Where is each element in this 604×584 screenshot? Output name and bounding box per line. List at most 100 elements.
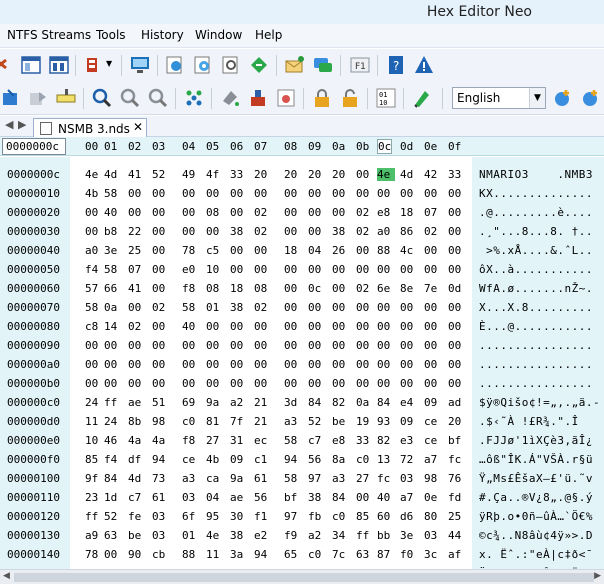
hex-byte[interactable]: 90 — [128, 548, 146, 561]
hex-byte[interactable]: 61 — [152, 491, 170, 504]
hex-byte[interactable]: c0 — [356, 453, 374, 466]
hex-byte[interactable]: 98 — [152, 415, 170, 428]
hex-byte[interactable]: 19 — [356, 415, 374, 428]
hex-byte[interactable]: 58 — [85, 301, 103, 314]
hex-byte[interactable]: 00 — [448, 339, 466, 352]
hex-byte[interactable]: 00 — [182, 206, 200, 219]
ascii-row[interactable]: È...@........... — [479, 320, 593, 333]
hex-byte[interactable]: 00 — [332, 282, 350, 295]
hex-byte[interactable]: 00 — [104, 339, 122, 352]
menu-ntfs-streams[interactable]: NTFS Streams — [7, 28, 91, 42]
hex-byte[interactable]: 20 — [332, 168, 350, 181]
hex-byte[interactable]: 34 — [332, 529, 350, 542]
hex-byte[interactable]: 24 — [104, 415, 122, 428]
hex-byte[interactable]: 00 — [308, 301, 326, 314]
hex-byte[interactable]: b8 — [104, 225, 122, 238]
hex-byte[interactable]: 8a — [332, 453, 350, 466]
hex-byte[interactable]: 6e — [377, 282, 395, 295]
hex-byte[interactable]: 00 — [308, 187, 326, 200]
hex-byte[interactable]: 00 — [356, 263, 374, 276]
hex-byte[interactable]: 00 — [152, 320, 170, 333]
hex-byte[interactable]: 97 — [308, 472, 326, 485]
hex-byte[interactable]: 00 — [424, 320, 442, 333]
hex-byte[interactable]: ff — [85, 510, 103, 523]
hex-byte[interactable]: e0 — [182, 263, 200, 276]
hex-byte[interactable]: 00 — [284, 187, 302, 200]
hex-byte[interactable]: c0 — [308, 548, 326, 561]
hex-byte[interactable]: 11 — [206, 548, 224, 561]
hex-byte[interactable]: 58 — [182, 301, 200, 314]
hex-byte[interactable]: f8 — [182, 282, 200, 295]
hex-byte[interactable]: 00 — [284, 225, 302, 238]
hex-byte[interactable]: 00 — [152, 263, 170, 276]
chat-icon[interactable] — [312, 54, 334, 76]
plugins-dropdown-icon[interactable]: ▼ — [106, 59, 112, 68]
ascii-row[interactable]: ................ — [479, 339, 593, 352]
hex-byte[interactable]: 00 — [308, 358, 326, 371]
hex-editor[interactable]: 0000000c 00 01 02 03 04 05 06 07 08 09 0a 0b 0c 0d 0e 0… — [0, 137, 604, 584]
hex-byte[interactable]: f1 — [254, 510, 272, 523]
hex-byte[interactable]: 03 — [152, 510, 170, 523]
hex-byte[interactable]: 4b — [206, 453, 224, 466]
hex-byte[interactable]: 4b — [85, 187, 103, 200]
hex-byte[interactable]: 00 — [254, 187, 272, 200]
hex-byte[interactable]: 10 — [206, 263, 224, 276]
hex-byte[interactable]: 00 — [85, 339, 103, 352]
hex-byte[interactable]: 44 — [448, 529, 466, 542]
ascii-row[interactable]: ................ — [479, 377, 593, 390]
hex-byte[interactable]: 00 — [85, 206, 103, 219]
hex-byte[interactable]: 00 — [308, 263, 326, 276]
hex-byte[interactable]: 00 — [182, 358, 200, 371]
hex-byte[interactable]: e3 — [400, 434, 418, 447]
hex-byte[interactable]: 00 — [332, 320, 350, 333]
hex-byte[interactable]: 00 — [356, 339, 374, 352]
hex-byte[interactable]: 84 — [332, 491, 350, 504]
hex-byte[interactable]: df — [128, 453, 146, 466]
hex-byte[interactable]: 38 — [332, 225, 350, 238]
hex-byte[interactable]: 00 — [206, 320, 224, 333]
scroll-left-icon[interactable]: ◀ — [3, 571, 10, 581]
hex-byte[interactable]: 00 — [85, 358, 103, 371]
hex-byte[interactable]: 00 — [182, 377, 200, 390]
hex-byte[interactable]: 00 — [448, 301, 466, 314]
edit-language-icon[interactable] — [579, 87, 601, 109]
hex-byte[interactable]: 00 — [332, 358, 350, 371]
ascii-row[interactable]: #.Ça..®V¿8„.@§.ý — [479, 491, 593, 504]
hex-byte[interactable]: a9 — [85, 529, 103, 542]
hex-byte[interactable]: 00 — [424, 301, 442, 314]
hex-byte[interactable]: c8 — [85, 320, 103, 333]
hex-byte[interactable]: fe — [128, 510, 146, 523]
hex-byte[interactable]: 7f — [230, 415, 248, 428]
hex-byte[interactable]: 9a — [206, 396, 224, 409]
hex-byte[interactable]: 76 — [448, 472, 466, 485]
hex-byte[interactable]: 00 — [284, 320, 302, 333]
hex-byte[interactable]: 00 — [308, 377, 326, 390]
hex-byte[interactable]: 02 — [254, 206, 272, 219]
hex-byte[interactable]: 61 — [254, 472, 272, 485]
hex-byte[interactable]: 4e — [206, 529, 224, 542]
hex-byte[interactable]: 00 — [448, 320, 466, 333]
hex-byte[interactable]: 00 — [254, 263, 272, 276]
hex-byte[interactable]: 73 — [152, 472, 170, 485]
warning-icon[interactable] — [413, 54, 435, 76]
hex-byte[interactable]: 11 — [85, 415, 103, 428]
hex-byte[interactable]: 00 — [254, 358, 272, 371]
hex-byte[interactable]: 42 — [424, 168, 442, 181]
hex-byte[interactable]: e8 — [332, 434, 350, 447]
hex-byte[interactable]: 40 — [182, 320, 200, 333]
hex-byte[interactable]: a0 — [85, 244, 103, 257]
hex-byte[interactable]: fb — [308, 510, 326, 523]
hex-byte[interactable]: 00 — [332, 301, 350, 314]
hex-byte[interactable]: 33 — [230, 168, 248, 181]
hex-byte[interactable]: fc — [448, 453, 466, 466]
hex-byte[interactable]: f4 — [104, 453, 122, 466]
hex-byte[interactable]: 14 — [104, 320, 122, 333]
hex-byte[interactable]: 20 — [254, 168, 272, 181]
checksum-icon[interactable] — [247, 87, 269, 109]
hex-byte[interactable]: 98 — [424, 472, 442, 485]
hex-byte[interactable]: 02 — [254, 225, 272, 238]
hex-byte[interactable]: 00 — [424, 358, 442, 371]
hex-byte[interactable]: c1 — [254, 453, 272, 466]
forward-icon[interactable] — [27, 87, 49, 109]
hex-byte[interactable]: 4f — [206, 168, 224, 181]
